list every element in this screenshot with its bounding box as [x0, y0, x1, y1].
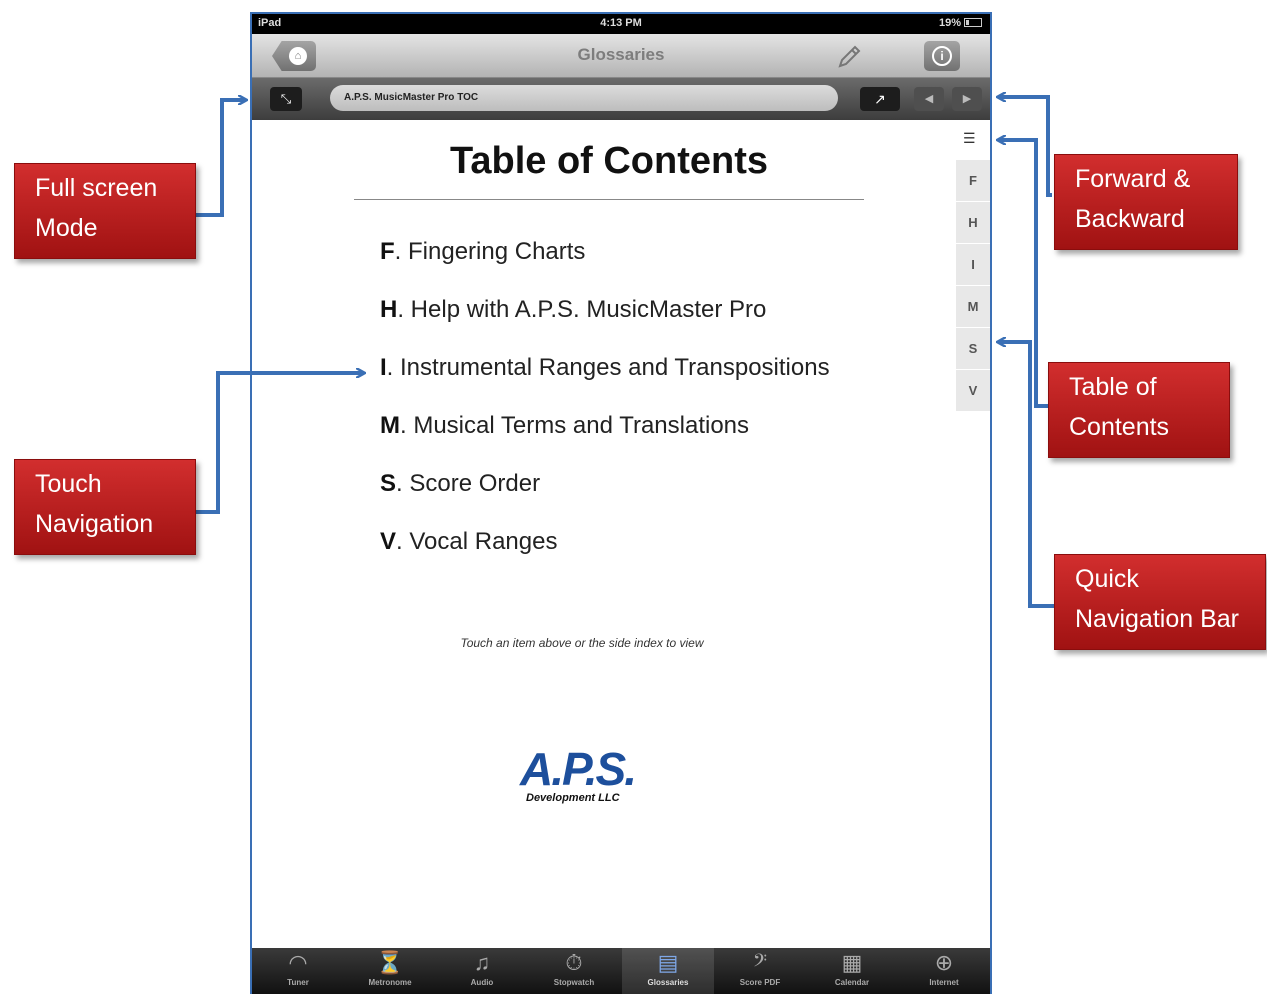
arrow-quick-navigation	[998, 342, 1054, 608]
callout-touch-navigation: Touch Navigation	[14, 459, 196, 555]
callout-quick-navigation: Quick Navigation Bar	[1054, 554, 1266, 650]
arrow-touch-navigation	[196, 373, 364, 514]
arrow-fullscreen	[196, 100, 246, 217]
callout-table-of-contents: Table of Contents	[1048, 362, 1230, 458]
callout-forward-backward: Forward & Backward	[1054, 154, 1238, 250]
callout-full-screen: Full screen Mode	[14, 163, 196, 259]
arrow-forward-backward	[998, 97, 1052, 197]
annotated-screenshot: iPad 4:13 PM 19% ⌂ Glossaries i ⤡ A.P.S.…	[0, 0, 1267, 994]
arrow-table-of-contents	[998, 140, 1048, 408]
